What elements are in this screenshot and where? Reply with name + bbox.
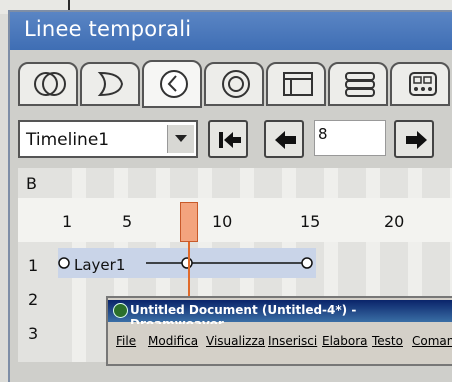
playhead[interactable] [180,202,198,242]
tab-timeline[interactable] [142,60,202,108]
tab-overlapping-circles[interactable] [18,62,78,106]
mid-keyframe[interactable] [181,257,193,269]
panel-tab-strip [18,58,452,108]
timeline-select-dropdown[interactable] [167,125,194,153]
timeline-select[interactable]: Timeline1 [18,120,198,158]
panel-title-bar[interactable]: Linee temporali [10,12,452,50]
row-number: 1 [28,256,39,275]
menu-inserisci[interactable]: Inserisci [268,334,317,348]
dreamweaver-menu-bar: File Modifica Visualizza Inserisci Elabo… [108,324,452,362]
row-number: 2 [28,290,39,309]
timeline-select-value: Timeline1 [26,130,110,150]
concentric-circles-icon [222,70,250,98]
layout-window-icon [283,72,313,96]
tab-layout[interactable] [266,62,326,106]
menu-file[interactable]: File [116,334,136,348]
chevron-down-icon [175,135,187,142]
menu-visualizza[interactable]: Visualizza [206,334,265,348]
menu-modifica[interactable]: Modifica [148,334,198,348]
current-frame-value: 8 [318,125,328,143]
grid-dots-icon [409,72,437,96]
ruler-tick: 20 [384,212,405,231]
timeline-controls: Timeline1 8 F [18,118,452,160]
rewind-to-start-icon [219,132,241,148]
menu-comandi[interactable]: Coman [412,334,452,348]
rewind-button[interactable] [208,120,248,158]
layers-stack-icon [345,72,375,97]
step-back-icon [275,131,296,149]
layer-name: Layer1 [74,256,126,274]
dreamweaver-title-bar[interactable]: Untitled Document (Untitled-4*) - Dreamw… [108,300,452,331]
step-forward-button[interactable] [394,120,434,158]
end-keyframe[interactable] [301,257,313,269]
menu-elabora[interactable]: Elabora [322,334,368,348]
behavior-row-label: B [26,174,37,193]
overlapping-circles-icon [34,72,66,96]
tab-concentric[interactable] [204,62,264,106]
row-number: 3 [28,324,39,343]
tab-grid[interactable] [390,62,450,106]
dreamweaver-app-icon [113,303,128,318]
ruler-tick: 15 [300,212,321,231]
ruler-tick: 10 [212,212,233,231]
tab-layers[interactable] [328,62,388,106]
chevron-shape-icon [97,71,124,97]
step-forward-icon [406,131,427,149]
start-keyframe[interactable] [58,257,70,269]
tab-chevron[interactable] [80,62,140,106]
frame-ruler[interactable]: 1 5 10 15 20 [18,198,452,242]
ruler-tick: 1 [62,212,73,231]
step-back-button[interactable] [264,120,304,158]
current-frame-field[interactable]: 8 [314,120,386,156]
panel-title: Linee temporali [24,17,192,41]
menu-testo[interactable]: Testo [372,334,403,348]
ruler-tick: 5 [122,212,133,231]
clock-icon [160,70,188,98]
